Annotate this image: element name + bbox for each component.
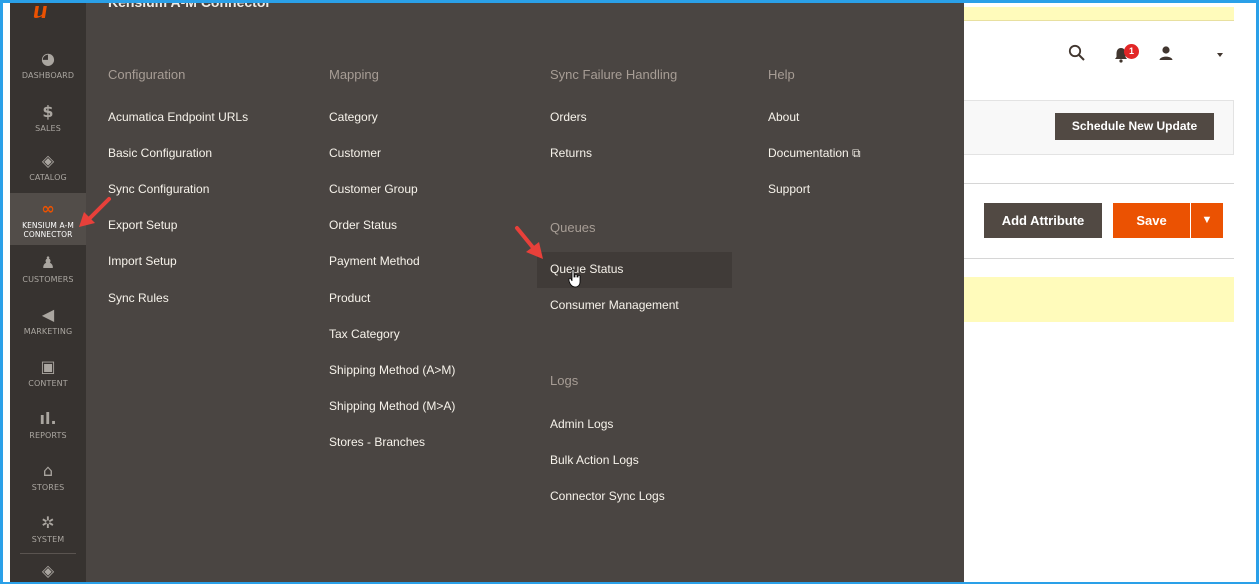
dashboard-icon: ◕ xyxy=(41,49,55,68)
menu-item-shipping-method-a-m[interactable]: Shipping Method (A>M) xyxy=(329,363,455,377)
annotation-arrow-icon xyxy=(79,197,111,227)
column-heading-help: Help xyxy=(768,67,795,82)
dollar-icon: $ xyxy=(42,102,54,121)
nav-label: CATALOG xyxy=(29,173,67,182)
menu-item-returns[interactable]: Returns xyxy=(550,146,592,160)
menu-item-consumer-management[interactable]: Consumer Management xyxy=(550,298,679,312)
column-heading-sync-failure-handling: Sync Failure Handling xyxy=(550,67,678,82)
connector-flyout-menu: Kensium A-M Connector Configuration Acum… xyxy=(86,0,964,582)
store-icon: ⌂ xyxy=(42,461,54,480)
nav-label: DASHBOARD xyxy=(21,71,75,80)
nav-item-customers[interactable]: ♟ CUSTOMERS xyxy=(10,247,86,297)
nav-item-system[interactable]: ✲ SYSTEM xyxy=(10,507,86,557)
nav-item-stores[interactable]: ⌂ STORES xyxy=(10,455,86,505)
hand-cursor-icon xyxy=(568,269,581,288)
add-attribute-button[interactable]: Add Attribute xyxy=(984,203,1102,238)
annotation-arrow-icon xyxy=(515,226,543,259)
menu-item-export-setup[interactable]: Export Setup xyxy=(108,218,177,232)
nav-item-marketing[interactable]: ◀ MARKETING xyxy=(10,299,86,349)
menu-item-product[interactable]: Product xyxy=(329,291,370,305)
menu-item-sync-rules[interactable]: Sync Rules xyxy=(108,291,169,305)
save-button[interactable]: Save xyxy=(1113,203,1190,238)
nav-label: SALES xyxy=(35,124,61,133)
menu-item-bulk-action-logs[interactable]: Bulk Action Logs xyxy=(550,453,639,467)
partners-icon: ◈ xyxy=(41,561,55,580)
flyout-title: Kensium A-M Connector xyxy=(108,0,271,10)
menu-item-shipping-method-m-a[interactable]: Shipping Method (M>A) xyxy=(329,399,455,413)
content-icon: ▣ xyxy=(40,357,56,376)
gear-icon: ✲ xyxy=(41,513,55,532)
menu-item-customer[interactable]: Customer xyxy=(329,146,381,160)
magento-logo[interactable]: ⴎ xyxy=(10,3,86,29)
column-heading-queues: Queues xyxy=(550,220,596,235)
person-icon: ♟ xyxy=(40,253,56,272)
divider xyxy=(964,258,1234,259)
nav-item-dashboard[interactable]: ◕ DASHBOARD xyxy=(10,43,86,93)
nav-label: CONTENT xyxy=(28,379,68,388)
nav-label: KENSIUM A-M CONNECTOR xyxy=(22,221,74,239)
menu-item-documentation[interactable]: Documentation ⧉ xyxy=(768,146,861,161)
nav-item-content[interactable]: ▣ CONTENT xyxy=(10,351,86,401)
menu-item-import-setup[interactable]: Import Setup xyxy=(108,254,177,268)
nav-label: CUSTOMERS xyxy=(22,275,74,284)
nav-item-catalog[interactable]: ◈ CATALOG xyxy=(10,145,86,195)
notification-count-badge: 1 xyxy=(1124,44,1139,59)
user-icon[interactable] xyxy=(1158,45,1174,61)
menu-item-basic-configuration[interactable]: Basic Configuration xyxy=(108,146,212,160)
nav-label: MARKETING xyxy=(23,327,73,336)
column-heading-logs: Logs xyxy=(550,373,579,388)
admin-sidebar: ⴎ ◕ DASHBOARD $ SALES ◈ CATALOG ∞ KENSIU… xyxy=(10,3,86,582)
menu-item-tax-category[interactable]: Tax Category xyxy=(329,327,400,341)
chevron-down-icon[interactable] xyxy=(1216,52,1224,58)
menu-item-customer-group[interactable]: Customer Group xyxy=(329,182,418,196)
search-icon[interactable] xyxy=(1068,44,1086,62)
menu-item-about[interactable]: About xyxy=(768,110,799,124)
nav-item-kensium-connector[interactable]: ∞ KENSIUM A-M CONNECTOR xyxy=(10,193,86,245)
menu-item-queue-status[interactable]: Queue Status xyxy=(550,262,623,276)
column-heading-mapping: Mapping xyxy=(329,67,379,82)
nav-item-partners[interactable]: ◈ xyxy=(10,555,86,582)
save-dropdown-button[interactable]: ▼ xyxy=(1191,203,1223,238)
menu-item-orders[interactable]: Orders xyxy=(550,110,587,124)
nav-label: STORES xyxy=(31,483,65,492)
menu-item-acumatica-endpoint-urls[interactable]: Acumatica Endpoint URLs xyxy=(108,110,248,124)
schedule-new-update-button[interactable]: Schedule New Update xyxy=(1055,113,1214,140)
menu-item-order-status[interactable]: Order Status xyxy=(329,218,397,232)
menu-item-stores-branches[interactable]: Stores - Branches xyxy=(329,435,425,449)
bar-chart-icon: ıl. xyxy=(39,409,57,428)
nav-item-reports[interactable]: ıl. REPORTS xyxy=(10,403,86,453)
menu-item-category[interactable]: Category xyxy=(329,110,378,124)
menu-item-admin-logs[interactable]: Admin Logs xyxy=(550,417,613,431)
nav-label: REPORTS xyxy=(29,431,67,440)
message-notice-bar xyxy=(964,277,1234,322)
column-heading-configuration: Configuration xyxy=(108,67,186,82)
nav-divider xyxy=(20,553,76,554)
screenshot-frame: ⴎ ◕ DASHBOARD $ SALES ◈ CATALOG ∞ KENSIU… xyxy=(0,0,1259,584)
megaphone-icon: ◀ xyxy=(41,305,55,324)
menu-item-connector-sync-logs[interactable]: Connector Sync Logs xyxy=(550,489,665,503)
cube-icon: ◈ xyxy=(41,151,55,170)
top-notice-bar xyxy=(964,7,1234,21)
divider xyxy=(964,183,1234,184)
menu-item-sync-configuration[interactable]: Sync Configuration xyxy=(108,182,209,196)
menu-item-support[interactable]: Support xyxy=(768,182,810,196)
menu-item-payment-method[interactable]: Payment Method xyxy=(329,254,420,268)
nav-label: SYSTEM xyxy=(31,535,65,544)
connector-icon: ∞ xyxy=(41,199,55,218)
nav-item-sales[interactable]: $ SALES xyxy=(10,96,86,146)
